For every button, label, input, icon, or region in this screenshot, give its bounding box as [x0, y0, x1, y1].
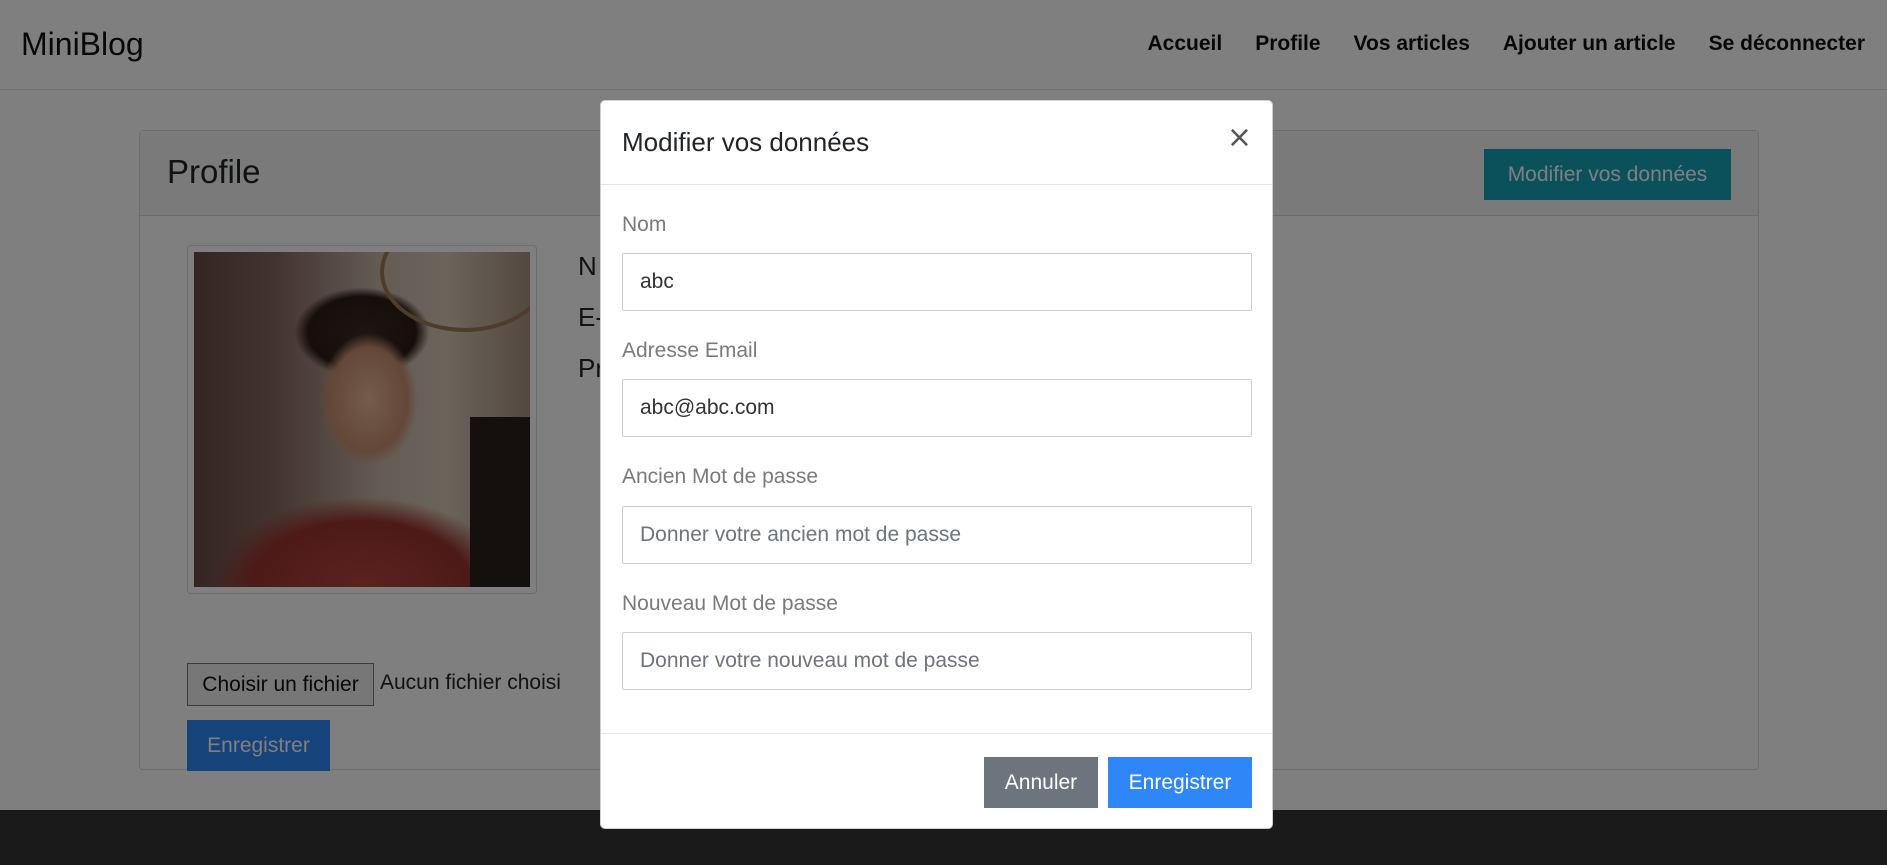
new-password-label: Nouveau Mot de passe: [622, 592, 838, 615]
email-field[interactable]: [622, 379, 1252, 437]
new-password-field[interactable]: [622, 632, 1252, 690]
modal-title: Modifier vos données: [622, 127, 870, 157]
old-password-field[interactable]: [622, 506, 1252, 564]
save-button[interactable]: Enregistrer: [1108, 757, 1252, 808]
email-label: Adresse Email: [622, 339, 758, 362]
close-icon[interactable]: ×: [1227, 123, 1252, 153]
modal-header: Modifier vos données ×: [601, 101, 1272, 185]
cancel-button[interactable]: Annuler: [984, 757, 1098, 808]
edit-profile-modal: Modifier vos données × Nom Adresse Email…: [600, 100, 1273, 829]
modal-footer: Annuler Enregistrer: [601, 733, 1272, 829]
name-label: Nom: [622, 213, 667, 236]
old-password-label: Ancien Mot de passe: [622, 465, 819, 488]
name-field[interactable]: [622, 253, 1252, 311]
